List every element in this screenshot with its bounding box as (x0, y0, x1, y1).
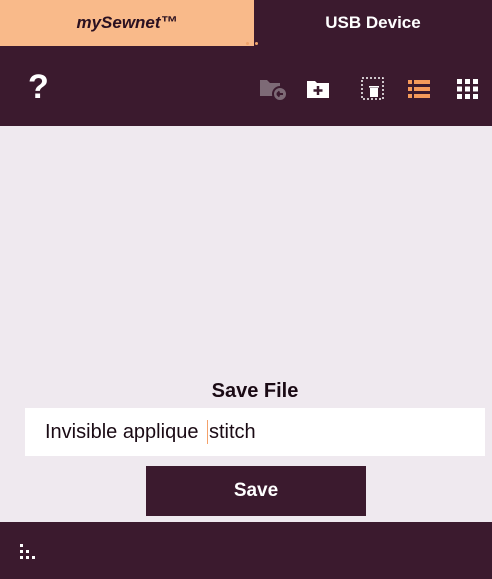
filename-text-before-cursor: Invisible applique (45, 420, 204, 443)
save-file-title: Save File (211, 380, 299, 402)
menu-dots-icon[interactable] (20, 544, 42, 569)
grid-view-icon[interactable] (455, 76, 481, 102)
new-folder-icon[interactable] (305, 76, 331, 102)
tab-mysewnet[interactable]: mySewnet™ (0, 0, 254, 46)
page-indicator-dots (246, 42, 258, 45)
toolbar: ? (0, 46, 492, 126)
save-button[interactable]: Save (146, 466, 366, 516)
list-view-icon[interactable] (406, 76, 432, 102)
folder-back-icon[interactable] (258, 76, 288, 102)
help-button[interactable]: ? (28, 70, 49, 104)
tab-usb-device[interactable]: USB Device (254, 0, 492, 46)
bottom-bar (0, 522, 492, 579)
text-cursor (207, 420, 208, 444)
filename-input[interactable]: Invisible applique stitch (25, 408, 485, 456)
filename-text-after-cursor: stitch (209, 420, 256, 443)
delete-selection-icon[interactable] (360, 76, 386, 102)
tab-bar: mySewnet™ USB Device (0, 0, 492, 46)
file-browser-area: Save File Invisible applique stitch Save (0, 126, 492, 522)
